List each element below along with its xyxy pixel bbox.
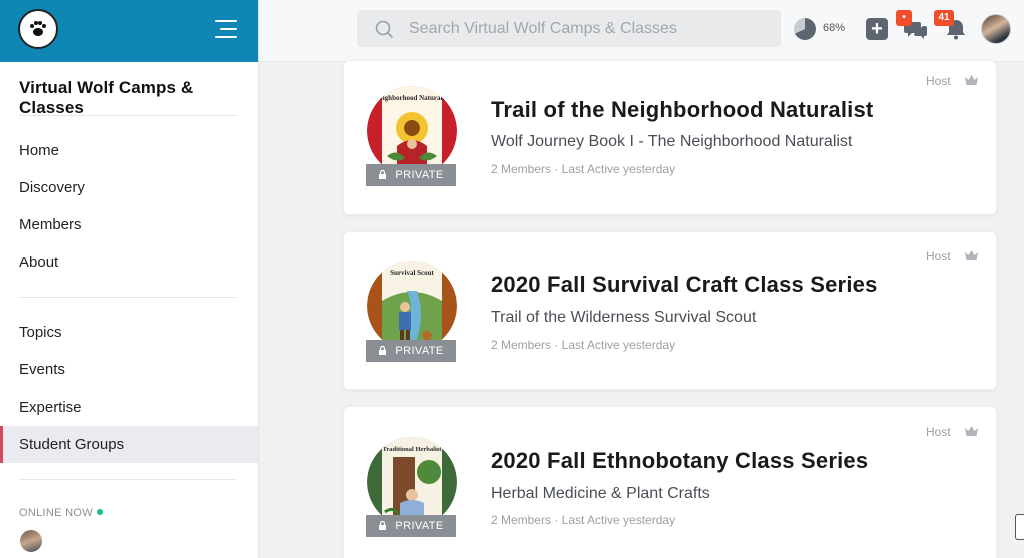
search-bar[interactable]	[357, 10, 781, 47]
search-input[interactable]	[409, 10, 769, 47]
nav-item-about[interactable]: About	[0, 244, 258, 281]
sidebar: Virtual Wolf Camps & Classes Home Discov…	[0, 0, 259, 558]
role-label: Host	[926, 249, 951, 263]
online-status-icon	[96, 509, 103, 516]
group-avatar-text: Traditional Herbalist	[383, 446, 443, 453]
private-badge: PRIVATE	[366, 164, 456, 186]
group-subtitle: Wolf Journey Book I - The Neighborhood N…	[491, 133, 853, 150]
crown-icon	[965, 426, 978, 436]
role-label: Host	[926, 425, 951, 439]
group-subtitle: Trail of the Wilderness Survival Scout	[491, 309, 757, 326]
paw-icon	[30, 21, 46, 36]
divider	[19, 479, 236, 480]
private-badge: PRIVATE	[366, 340, 456, 362]
group-avatar[interactable]: Survival Scout	[367, 261, 457, 351]
crown-icon	[965, 250, 978, 260]
online-now-label: ONLINE NOW	[19, 507, 103, 519]
group-meta: 2 Members · Last Active yesterday	[491, 162, 676, 176]
group-card[interactable]: Neighborhood Naturalist PRIVATE Trail of…	[343, 60, 997, 215]
profile-progress-icon[interactable]	[794, 18, 816, 40]
private-badge: PRIVATE	[366, 515, 456, 537]
privacy-label: PRIVATE	[395, 169, 444, 181]
group-avatar[interactable]: Neighborhood Naturalist	[367, 86, 457, 176]
nav-item-discovery[interactable]: Discovery	[0, 169, 258, 206]
scroll-to-top-handle[interactable]	[1015, 514, 1024, 540]
nav-item-student-groups[interactable]: Student Groups	[0, 426, 258, 463]
nav-item-home[interactable]: Home	[0, 132, 258, 169]
role-label: Host	[926, 74, 951, 88]
group-card[interactable]: Traditional Herbalist PRIVATE 2020 Fall …	[343, 406, 997, 558]
online-now-text: ONLINE NOW	[19, 507, 93, 519]
site-logo[interactable]	[18, 9, 58, 49]
nav-item-members[interactable]: Members	[0, 206, 258, 243]
lock-icon	[379, 170, 387, 179]
divider	[19, 297, 236, 298]
lock-icon	[379, 521, 387, 530]
nav-item-events[interactable]: Events	[0, 351, 258, 388]
site-title[interactable]: Virtual Wolf Camps & Classes	[19, 78, 258, 118]
group-avatar-text: Neighborhood Naturalist	[375, 94, 451, 102]
group-subtitle: Herbal Medicine & Plant Crafts	[491, 485, 710, 502]
search-icon	[375, 20, 393, 38]
group-card[interactable]: Survival Scout PRIVATE 2020 Fall Surviva…	[343, 231, 997, 390]
menu-toggle-icon[interactable]	[215, 20, 237, 38]
user-avatar[interactable]	[981, 14, 1011, 44]
notifications-badge: 41	[934, 10, 954, 26]
crown-icon	[965, 75, 978, 85]
group-avatar[interactable]: Traditional Herbalist	[367, 437, 457, 527]
messages-badge: •	[896, 10, 912, 26]
privacy-label: PRIVATE	[395, 520, 444, 532]
privacy-label: PRIVATE	[395, 345, 444, 357]
group-meta: 2 Members · Last Active yesterday	[491, 513, 676, 527]
profile-progress-value: 68%	[823, 22, 846, 34]
group-meta: 2 Members · Last Active yesterday	[491, 338, 676, 352]
online-member-avatar[interactable]	[20, 530, 42, 552]
sidebar-header	[0, 0, 258, 62]
nav-item-expertise[interactable]: Expertise	[0, 389, 258, 426]
top-bar: 68% + • 41	[259, 0, 1024, 62]
lock-icon	[379, 346, 387, 355]
group-title[interactable]: Trail of the Neighborhood Naturalist	[491, 97, 873, 123]
group-title[interactable]: 2020 Fall Survival Craft Class Series	[491, 272, 878, 298]
group-title[interactable]: 2020 Fall Ethnobotany Class Series	[491, 448, 868, 474]
create-plus-button[interactable]: +	[866, 18, 888, 40]
nav-item-topics[interactable]: Topics	[0, 314, 258, 351]
group-avatar-text: Survival Scout	[390, 269, 434, 277]
divider	[19, 115, 236, 116]
